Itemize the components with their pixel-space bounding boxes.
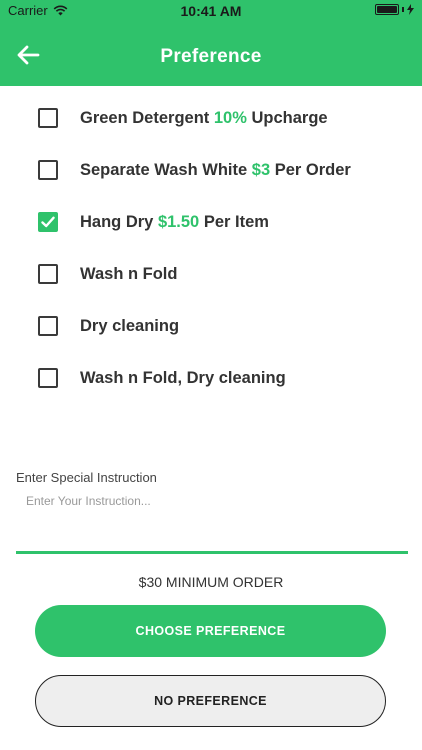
charging-bolt-icon <box>407 4 414 15</box>
checkbox[interactable] <box>38 108 58 128</box>
preference-option[interactable]: Separate Wash White $3 Per Order <box>38 158 351 182</box>
option-text: Upcharge <box>246 108 328 127</box>
preference-option[interactable]: Dry cleaning <box>38 314 179 338</box>
preference-option-label: Dry cleaning <box>80 317 179 336</box>
battery-icon <box>375 4 399 15</box>
preference-option[interactable]: Wash n Fold, Dry cleaning <box>38 366 286 390</box>
checkbox[interactable] <box>38 368 58 388</box>
preference-option[interactable]: Wash n Fold <box>38 262 177 286</box>
option-text: Separate Wash White <box>80 160 252 179</box>
option-text: Dry cleaning <box>80 316 180 335</box>
header-bar: Preference <box>0 22 422 86</box>
page-title: Preference <box>160 46 262 67</box>
option-text: Green Detergent <box>80 108 214 127</box>
preference-option-label: Green Detergent 10% Upcharge <box>80 109 328 128</box>
checkbox[interactable] <box>38 264 58 284</box>
preference-option[interactable]: Green Detergent 10% Upcharge <box>38 106 328 130</box>
preference-option-label: Hang Dry $1.50 Per Item <box>80 213 269 232</box>
status-bar: Carrier 10:41 AM <box>0 0 422 22</box>
price-highlight: $1.50 <box>157 212 200 231</box>
option-text: Wash n Fold, Dry cleaning <box>80 368 286 387</box>
preference-option-label: Wash n Fold, Dry cleaning <box>80 369 286 388</box>
price-highlight: $3 <box>251 160 271 179</box>
preference-option-label: Separate Wash White $3 Per Order <box>80 161 351 180</box>
instruction-input[interactable] <box>16 490 408 554</box>
option-text: Hang Dry <box>80 212 158 231</box>
option-text: Per Item <box>199 212 269 231</box>
checkbox[interactable] <box>38 160 58 180</box>
minimum-order-note: $30 MINIMUM ORDER <box>138 574 284 590</box>
preference-option[interactable]: Hang Dry $1.50 Per Item <box>38 210 269 234</box>
no-preference-button[interactable]: NO PREFERENCE <box>35 675 386 727</box>
price-highlight: 10% <box>213 108 247 127</box>
status-time: 10:41 AM <box>180 3 242 19</box>
checkmark-icon <box>41 216 55 228</box>
option-text: Per Order <box>270 160 351 179</box>
preference-option-label: Wash n Fold <box>80 265 177 284</box>
checkbox-checked[interactable] <box>38 212 58 232</box>
option-text: Wash n Fold <box>80 264 178 283</box>
battery-indicator <box>375 4 414 15</box>
checkbox[interactable] <box>38 316 58 336</box>
choose-preference-button[interactable]: CHOOSE PREFERENCE <box>35 605 386 657</box>
instruction-label: Enter Special Instruction <box>16 470 157 485</box>
